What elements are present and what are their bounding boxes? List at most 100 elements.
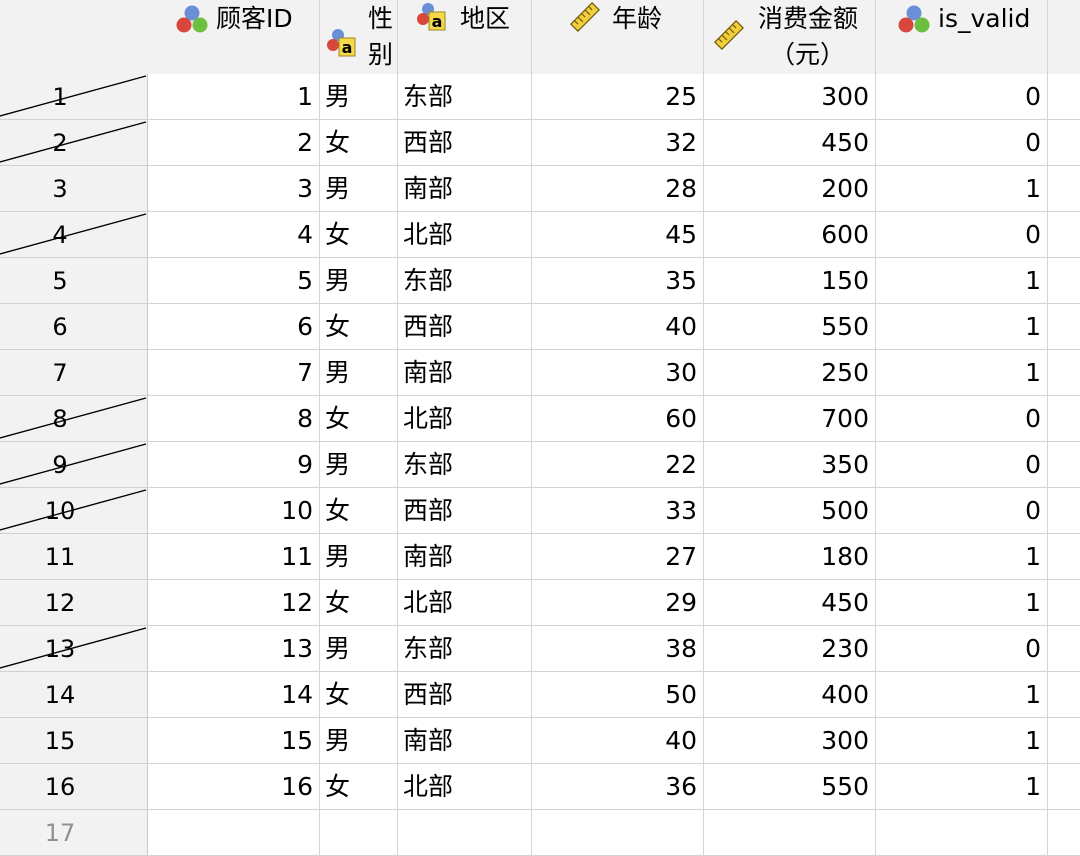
cell-region[interactable]: 北部 xyxy=(398,212,532,258)
cell-customer-id[interactable]: 5 xyxy=(148,258,320,304)
cell-empty[interactable] xyxy=(1048,534,1080,580)
cell-is-valid[interactable]: 0 xyxy=(876,442,1048,488)
cell-region[interactable]: 东部 xyxy=(398,442,532,488)
cell-age[interactable]: 38 xyxy=(532,626,704,672)
cell-empty[interactable] xyxy=(1048,810,1080,856)
cell-customer-id[interactable]: 4 xyxy=(148,212,320,258)
cell-customer-id[interactable]: 8 xyxy=(148,396,320,442)
cell-region[interactable]: 东部 xyxy=(398,74,532,120)
column-header-amount[interactable]: 消费金额 （元） xyxy=(704,0,876,74)
cell-region[interactable]: 东部 xyxy=(398,258,532,304)
cell-age[interactable]: 27 xyxy=(532,534,704,580)
cell-amount[interactable]: 350 xyxy=(704,442,876,488)
row-number[interactable]: 2 xyxy=(0,120,148,166)
cell-gender[interactable]: 女 xyxy=(320,304,398,350)
cell-is-valid[interactable]: 1 xyxy=(876,166,1048,212)
cell-amount[interactable]: 700 xyxy=(704,396,876,442)
cell-amount[interactable]: 550 xyxy=(704,764,876,810)
cell-is-valid[interactable]: 1 xyxy=(876,304,1048,350)
cell-region[interactable]: 西部 xyxy=(398,304,532,350)
cell-region[interactable]: 北部 xyxy=(398,396,532,442)
cell-empty[interactable] xyxy=(1048,120,1080,166)
cell-amount[interactable]: 300 xyxy=(704,74,876,120)
cell-region[interactable] xyxy=(398,810,532,856)
cell-is-valid[interactable]: 1 xyxy=(876,350,1048,396)
cell-empty[interactable] xyxy=(1048,626,1080,672)
row-number[interactable]: 8 xyxy=(0,396,148,442)
cell-region[interactable]: 北部 xyxy=(398,580,532,626)
cell-gender[interactable]: 女 xyxy=(320,396,398,442)
cell-gender[interactable]: 男 xyxy=(320,626,398,672)
cell-amount[interactable]: 600 xyxy=(704,212,876,258)
cell-is-valid[interactable]: 0 xyxy=(876,212,1048,258)
cell-age[interactable]: 60 xyxy=(532,396,704,442)
cell-gender[interactable]: 男 xyxy=(320,166,398,212)
cell-is-valid[interactable]: 1 xyxy=(876,580,1048,626)
cell-region[interactable]: 南部 xyxy=(398,718,532,764)
cell-gender[interactable]: 男 xyxy=(320,258,398,304)
cell-age[interactable]: 45 xyxy=(532,212,704,258)
cell-customer-id[interactable] xyxy=(148,810,320,856)
cell-gender[interactable]: 男 xyxy=(320,74,398,120)
cell-is-valid[interactable]: 1 xyxy=(876,672,1048,718)
column-header-is-valid[interactable]: is_valid xyxy=(876,0,1048,74)
cell-region[interactable]: 西部 xyxy=(398,120,532,166)
cell-region[interactable]: 南部 xyxy=(398,350,532,396)
row-number[interactable]: 10 xyxy=(0,488,148,534)
cell-customer-id[interactable]: 3 xyxy=(148,166,320,212)
cell-gender[interactable] xyxy=(320,810,398,856)
cell-region[interactable]: 南部 xyxy=(398,166,532,212)
cell-gender[interactable]: 女 xyxy=(320,580,398,626)
cell-region[interactable]: 西部 xyxy=(398,672,532,718)
cell-empty[interactable] xyxy=(1048,396,1080,442)
cell-amount[interactable]: 300 xyxy=(704,718,876,764)
cell-empty[interactable] xyxy=(1048,258,1080,304)
cell-age[interactable]: 35 xyxy=(532,258,704,304)
cell-is-valid[interactable]: 0 xyxy=(876,488,1048,534)
cell-amount[interactable]: 500 xyxy=(704,488,876,534)
cell-gender[interactable]: 男 xyxy=(320,718,398,764)
cell-empty[interactable] xyxy=(1048,442,1080,488)
cell-amount[interactable]: 230 xyxy=(704,626,876,672)
column-header-age[interactable]: 年龄 xyxy=(532,0,704,74)
cell-age[interactable]: 50 xyxy=(532,672,704,718)
cell-age[interactable]: 25 xyxy=(532,74,704,120)
row-number[interactable]: 11 xyxy=(0,534,148,580)
row-number[interactable]: 14 xyxy=(0,672,148,718)
cell-region[interactable]: 西部 xyxy=(398,488,532,534)
cell-empty[interactable] xyxy=(1048,304,1080,350)
cell-gender[interactable]: 女 xyxy=(320,212,398,258)
cell-gender[interactable]: 男 xyxy=(320,442,398,488)
cell-is-valid[interactable]: 0 xyxy=(876,74,1048,120)
cell-is-valid[interactable]: 1 xyxy=(876,718,1048,764)
cell-customer-id[interactable]: 11 xyxy=(148,534,320,580)
cell-customer-id[interactable]: 15 xyxy=(148,718,320,764)
cell-customer-id[interactable]: 2 xyxy=(148,120,320,166)
cell-empty[interactable] xyxy=(1048,672,1080,718)
cell-age[interactable]: 30 xyxy=(532,350,704,396)
cell-age[interactable]: 32 xyxy=(532,120,704,166)
cell-region[interactable]: 北部 xyxy=(398,764,532,810)
cell-amount[interactable]: 450 xyxy=(704,580,876,626)
cell-customer-id[interactable]: 14 xyxy=(148,672,320,718)
row-number[interactable]: 3 xyxy=(0,166,148,212)
row-number[interactable]: 5 xyxy=(0,258,148,304)
cell-customer-id[interactable]: 10 xyxy=(148,488,320,534)
row-number[interactable]: 7 xyxy=(0,350,148,396)
cell-empty[interactable] xyxy=(1048,166,1080,212)
row-number[interactable]: 12 xyxy=(0,580,148,626)
cell-is-valid[interactable]: 1 xyxy=(876,534,1048,580)
column-header-empty[interactable] xyxy=(1048,0,1080,74)
column-header-gender[interactable]: a 性 别 xyxy=(320,0,398,74)
cell-customer-id[interactable]: 12 xyxy=(148,580,320,626)
cell-age[interactable] xyxy=(532,810,704,856)
cell-amount[interactable] xyxy=(704,810,876,856)
cell-age[interactable]: 28 xyxy=(532,166,704,212)
cell-amount[interactable]: 250 xyxy=(704,350,876,396)
row-number[interactable]: 1 xyxy=(0,74,148,120)
cell-age[interactable]: 36 xyxy=(532,764,704,810)
cell-gender[interactable]: 女 xyxy=(320,120,398,166)
cell-empty[interactable] xyxy=(1048,74,1080,120)
row-number[interactable]: 17 xyxy=(0,810,148,856)
row-number[interactable]: 9 xyxy=(0,442,148,488)
